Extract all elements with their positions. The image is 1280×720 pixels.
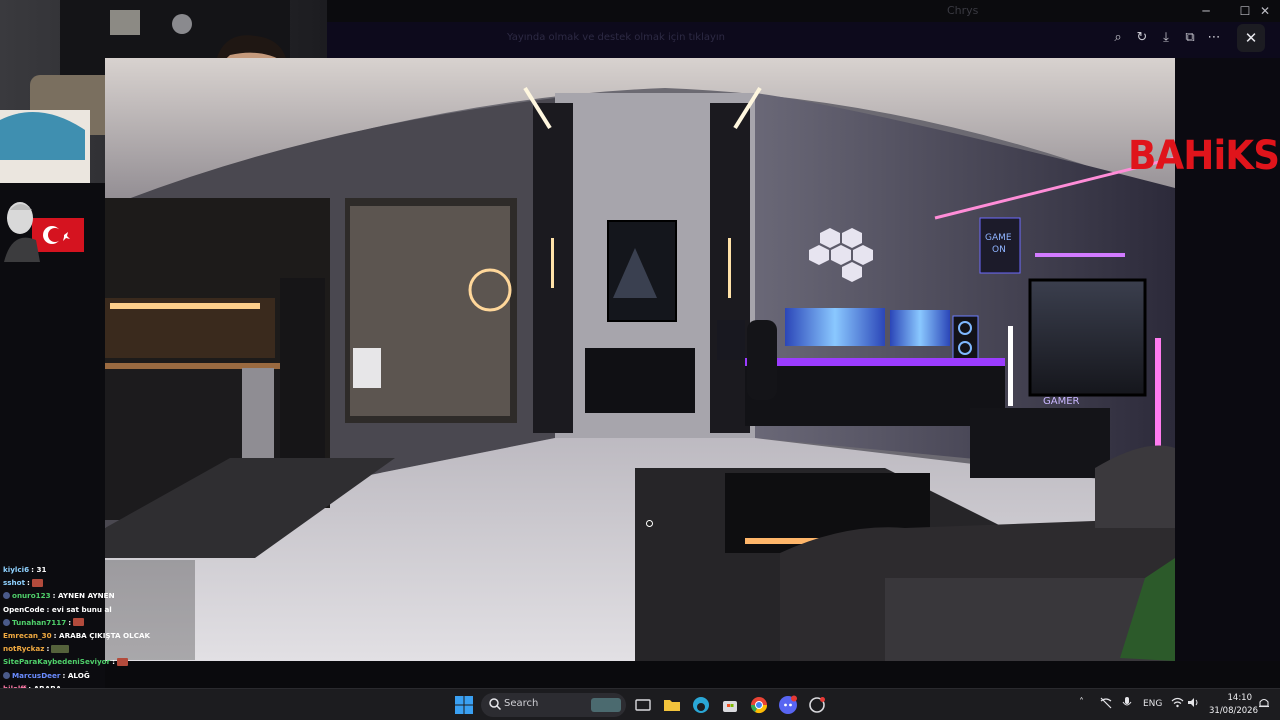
chat-message: notRyckaz : bbox=[3, 642, 70, 655]
edge-icon bbox=[693, 697, 709, 713]
chrome-icon bbox=[750, 697, 768, 714]
search-label: Search bbox=[504, 698, 539, 709]
chat-message-text: : bbox=[112, 657, 116, 667]
zoom-icon[interactable]: ⌕ bbox=[1106, 25, 1130, 49]
search-box[interactable]: Search bbox=[481, 693, 626, 717]
search-highlight-image bbox=[591, 698, 621, 712]
language-indicator[interactable]: ENG bbox=[1143, 699, 1162, 709]
task-view-button[interactable] bbox=[632, 694, 654, 716]
chat-username[interactable]: sshot bbox=[3, 578, 25, 587]
chat-message-text: : bbox=[68, 617, 72, 627]
chat-message: onuro123 : AYNEN AYNEN bbox=[3, 589, 115, 602]
window-title: Chrys bbox=[947, 4, 979, 17]
wifi-icon[interactable] bbox=[1171, 697, 1184, 711]
viewer-close-button[interactable]: ✕ bbox=[1237, 24, 1265, 52]
chat-message: sshot : bbox=[3, 576, 43, 589]
chat-username[interactable]: kiylci6 bbox=[3, 565, 29, 574]
microphone-icon[interactable] bbox=[1122, 697, 1132, 712]
viewer-toolbar: ⌕ ↻ ⤓ ⧉ ⋯ bbox=[1106, 25, 1226, 49]
app-icon bbox=[809, 697, 825, 713]
chrome-button[interactable] bbox=[748, 694, 770, 716]
task-view-icon bbox=[635, 699, 651, 711]
chat-message: kiylci6 : 31 bbox=[3, 563, 47, 576]
chat-message: OpenCode : evi sat bunu al bbox=[3, 603, 112, 616]
minimize-button[interactable]: ─ bbox=[1189, 2, 1223, 20]
file-explorer-icon bbox=[664, 700, 680, 711]
start-button[interactable] bbox=[453, 694, 475, 716]
edge-button[interactable] bbox=[690, 694, 712, 716]
chat-username[interactable]: MarcusDeer bbox=[12, 671, 60, 680]
user-badge-icon bbox=[3, 592, 10, 600]
chat-username[interactable]: notRyckaz bbox=[3, 644, 44, 653]
app-button[interactable] bbox=[806, 694, 828, 716]
chat-message-text: : ALOĞ bbox=[62, 670, 90, 680]
emote-icon bbox=[73, 618, 85, 627]
windows-icon bbox=[455, 696, 473, 714]
discord-button[interactable] bbox=[777, 694, 799, 716]
chat-message-text: : evi sat bunu al bbox=[46, 604, 112, 614]
discord-icon bbox=[779, 695, 797, 714]
chat-username[interactable]: OpenCode bbox=[3, 605, 44, 614]
dimmed-backdrop-bottom bbox=[105, 661, 1280, 688]
svg-text:ON: ON bbox=[992, 245, 1006, 255]
file-explorer-button[interactable] bbox=[661, 694, 683, 716]
banner-text: Yayında olmak ve destek olmak için tıkla… bbox=[507, 32, 726, 43]
taskbar: Search ˄ ENG 14:10 31/08/2026 bbox=[0, 688, 1280, 720]
emote-icon bbox=[31, 578, 43, 587]
emote-icon bbox=[117, 657, 129, 666]
chat-username[interactable]: SiteParaKaybedeniSeviyor bbox=[3, 657, 110, 666]
notification-icon[interactable] bbox=[1258, 697, 1270, 712]
chat-message: SiteParaKaybedeniSeviyor : bbox=[3, 655, 129, 668]
gamer-sign: GAMER bbox=[1043, 396, 1080, 407]
clock-time[interactable]: 14:10 bbox=[1222, 693, 1253, 703]
more-icon[interactable]: ⋯ bbox=[1202, 25, 1226, 49]
store-icon bbox=[723, 701, 737, 712]
network-off-icon[interactable] bbox=[1100, 697, 1112, 712]
photo-viewer-image: GAME ON GAMER bbox=[105, 58, 1175, 661]
clock-date[interactable]: 31/08/2026 bbox=[1209, 706, 1258, 716]
chat-message-text: : bbox=[46, 644, 50, 654]
download-icon[interactable]: ⤓ bbox=[1154, 25, 1178, 49]
chat-message: MarcusDeer : ALOĞ bbox=[3, 669, 90, 682]
chat-username[interactable]: Emrecan_30 bbox=[3, 631, 52, 640]
store-button[interactable] bbox=[719, 694, 741, 716]
rotate-icon[interactable]: ↻ bbox=[1130, 25, 1154, 49]
chat-message-text: : ARABA ÇIKIŞTA OLCAK bbox=[53, 631, 151, 640]
chat-message-text: : 31 bbox=[31, 565, 47, 574]
mouse-cursor bbox=[646, 520, 653, 527]
search-icon bbox=[489, 698, 502, 711]
chat-username[interactable]: Tunahan7117 bbox=[12, 618, 66, 627]
user-badge-icon bbox=[3, 618, 10, 626]
user-badge-icon bbox=[3, 671, 10, 679]
desktop-screen: Chrys ─ ☐ ✕ Yayında olmak ve destek olma… bbox=[0, 0, 1280, 720]
chat-message: Emrecan_30 : ARABA ÇIKIŞTA OLCAK bbox=[3, 629, 150, 642]
tray-overflow-icon[interactable]: ˄ bbox=[1079, 697, 1084, 708]
window-close-button[interactable]: ✕ bbox=[1248, 2, 1280, 20]
chat-message-text: : AYNEN AYNEN bbox=[52, 591, 115, 601]
flag-portrait-overlay bbox=[2, 200, 86, 262]
game-on-sign: GAME bbox=[985, 233, 1012, 243]
chat-message-text: : bbox=[27, 578, 30, 588]
window-titlebar: Chrys ─ ☐ ✕ bbox=[327, 0, 1280, 22]
open-external-icon[interactable]: ⧉ bbox=[1178, 25, 1202, 49]
emote-icon bbox=[51, 644, 70, 653]
brand-logo: BAHiKS bbox=[1128, 133, 1280, 179]
chat-message: Tunahan7117 : bbox=[3, 616, 85, 629]
volume-icon[interactable] bbox=[1187, 697, 1200, 711]
chat-username[interactable]: onuro123 bbox=[12, 591, 51, 600]
